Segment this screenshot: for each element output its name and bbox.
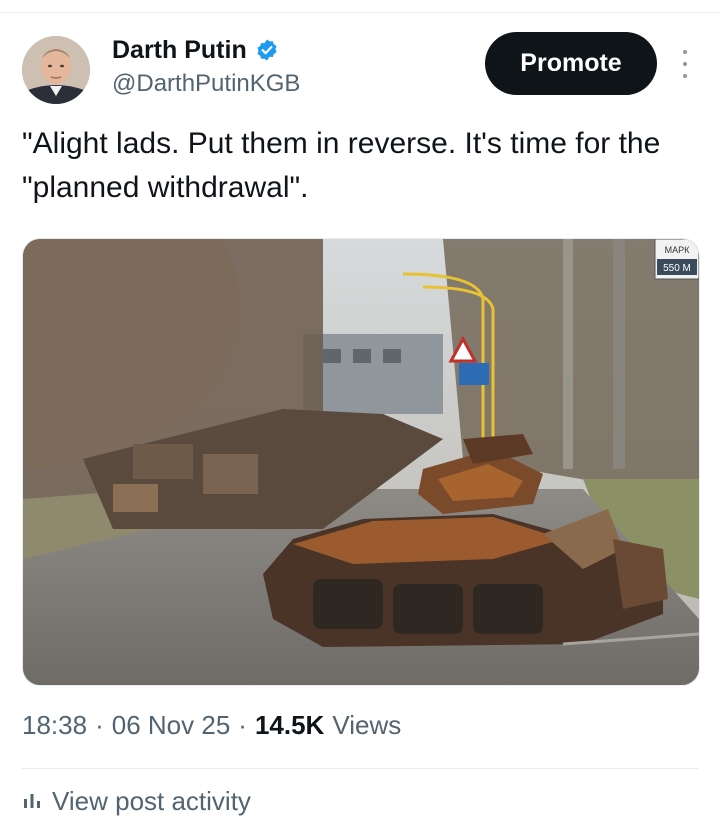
tweet-time[interactable]: 18:38 bbox=[22, 710, 87, 741]
views-count: 14.5K bbox=[254, 710, 325, 740]
verified-badge-icon bbox=[255, 38, 279, 62]
tweet-meta: 18:38 · 06 Nov 25 · 14.5K Views bbox=[22, 710, 401, 741]
author-name-row: Darth Putin bbox=[112, 34, 279, 66]
tweet-text: "Alight lads. Put them in reverse. It's … bbox=[22, 127, 669, 204]
more-vertical-icon[interactable] bbox=[676, 50, 694, 78]
views-label: Views bbox=[332, 710, 402, 740]
tweet-media-image[interactable]: МАРК 550 М bbox=[22, 238, 700, 686]
author-display-name[interactable]: Darth Putin bbox=[112, 34, 247, 66]
author-handle[interactable]: @DarthPutinKGB bbox=[112, 70, 300, 98]
meta-separator: · bbox=[95, 710, 104, 740]
photo-destroyed-armored-vehicles: МАРК 550 М bbox=[23, 239, 699, 685]
street-sign-distance: 550 М bbox=[663, 263, 691, 274]
tweet-date[interactable]: 06 Nov 25 bbox=[112, 710, 231, 741]
meta-separator: · bbox=[238, 710, 247, 740]
view-post-activity-link[interactable]: View post activity bbox=[22, 786, 251, 817]
view-post-activity-label: View post activity bbox=[52, 786, 251, 816]
top-divider bbox=[0, 12, 720, 13]
avatar-photo bbox=[22, 36, 90, 104]
avatar[interactable] bbox=[22, 36, 90, 104]
promote-button[interactable]: Promote bbox=[485, 32, 657, 95]
bottom-divider bbox=[22, 768, 698, 769]
bar-chart-icon bbox=[22, 786, 42, 817]
street-sign-text: МАРК bbox=[665, 245, 691, 255]
